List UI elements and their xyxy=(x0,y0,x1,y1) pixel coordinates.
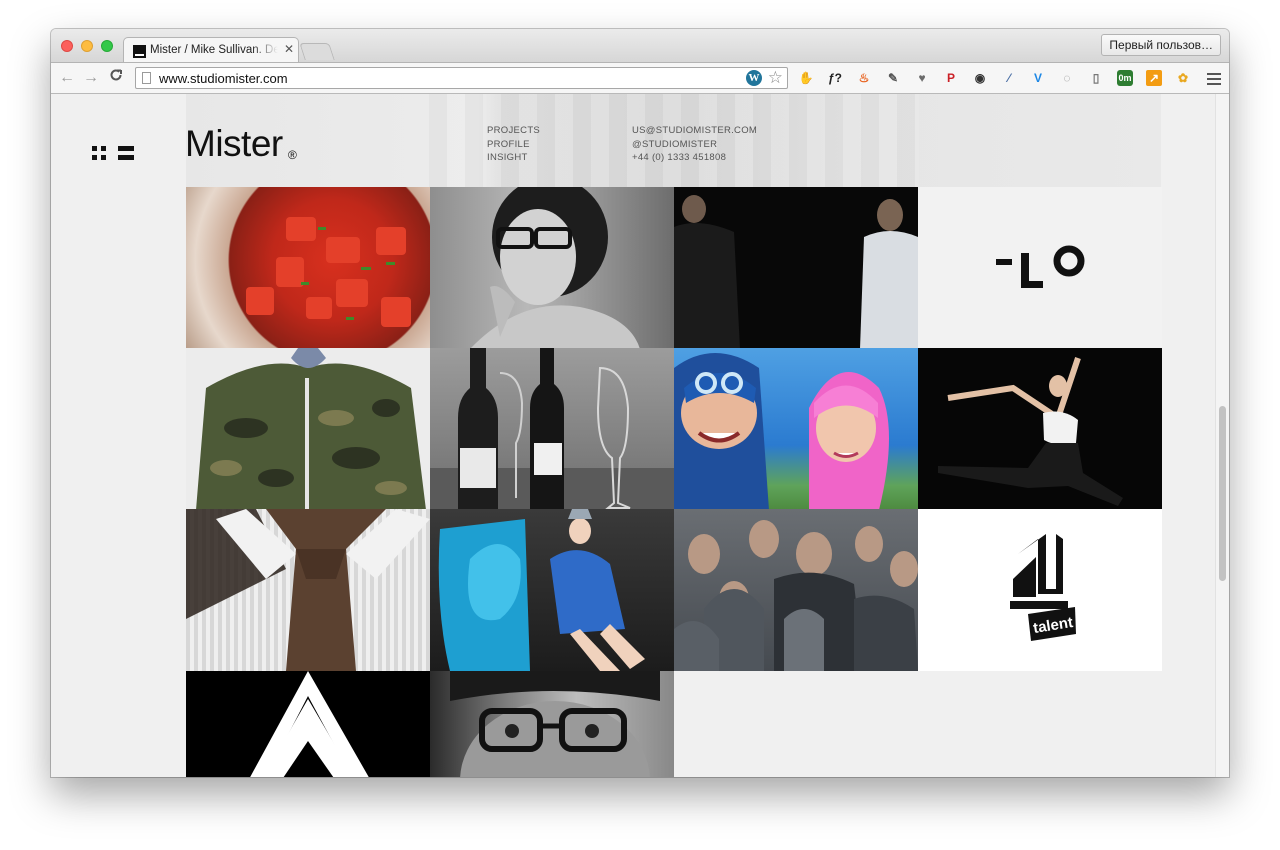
page-icon xyxy=(142,72,151,84)
tab-close-icon[interactable]: ✕ xyxy=(284,42,294,56)
close-window-button[interactable] xyxy=(61,40,73,52)
new-tab-button[interactable] xyxy=(299,43,335,60)
project-tile-glasses-woman[interactable] xyxy=(430,187,674,349)
project-tile-blue-fashion[interactable] xyxy=(430,509,674,671)
v-icon[interactable]: V xyxy=(1030,70,1046,86)
zoom-window-button[interactable] xyxy=(101,40,113,52)
browser-tab[interactable]: Mister / Mike Sullivan. Design ✕ xyxy=(123,37,299,63)
flower-icon[interactable]: ✿ xyxy=(1175,70,1191,86)
contact-info: US@STUDIOMISTER.COM @STUDIOMISTER +44 (0… xyxy=(632,124,757,165)
profile-button[interactable]: Первый пользов… xyxy=(1101,34,1221,56)
nav-profile-link[interactable]: PROFILE xyxy=(487,138,540,152)
project-tile-lo-logo[interactable] xyxy=(918,187,1162,349)
reload-icon[interactable] xyxy=(109,68,123,88)
back-arrow-icon[interactable]: ← xyxy=(59,68,75,88)
nav-insight-link[interactable]: INSIGHT xyxy=(487,151,540,165)
minimize-window-button[interactable] xyxy=(81,40,93,52)
reader-icon[interactable]: ▯ xyxy=(1088,70,1104,86)
tab-title: Mister / Mike Sullivan. Design xyxy=(150,44,278,56)
browser-window: Mister / Mike Sullivan. Design ✕ Первый … xyxy=(51,29,1229,777)
title-bar: Mister / Mike Sullivan. Design ✕ Первый … xyxy=(51,29,1229,63)
adblock-icon[interactable]: ✋ xyxy=(798,70,814,86)
page-viewport: Mister ® PROJECTS PROFILE INSIGHT US@STU… xyxy=(51,94,1229,777)
email-link[interactable]: US@STUDIOMISTER.COM xyxy=(632,124,757,138)
ext-om-icon[interactable]: 0m xyxy=(1117,70,1133,86)
hamburger-menu-icon[interactable] xyxy=(1207,73,1221,88)
project-tile-salsa[interactable] xyxy=(186,187,430,349)
eyedropper-icon[interactable]: ⁄ xyxy=(1001,70,1017,86)
project-tile-camo-jacket[interactable] xyxy=(186,348,430,510)
project-tile-wine[interactable] xyxy=(430,348,674,510)
nav-projects-link[interactable]: PROJECTS xyxy=(487,124,540,138)
project-tile-band[interactable] xyxy=(674,187,918,349)
scrollbar-thumb[interactable] xyxy=(1219,406,1226,581)
pocket-icon[interactable]: ♥ xyxy=(914,70,930,86)
project-tile-dancer[interactable] xyxy=(918,348,1162,510)
registered-mark: ® xyxy=(288,148,297,162)
phone-number: +44 (0) 1333 451808 xyxy=(632,152,727,163)
site-favicon-icon xyxy=(133,45,146,58)
camera-icon[interactable]: ◉ xyxy=(972,70,988,86)
project-tile-tie[interactable] xyxy=(186,509,430,671)
forward-arrow-icon[interactable]: → xyxy=(83,68,99,88)
browser-toolbar: ← → www.studiomister.com W ☆ ✋ ƒ? ♨ ✎ ♥ P ◉ ⁄ V ◌… xyxy=(51,62,1229,94)
bookmark-star-icon[interactable]: ☆ xyxy=(768,68,783,88)
chart-icon[interactable]: ↗ xyxy=(1146,70,1162,86)
site-nav: PROJECTS PROFILE INSIGHT xyxy=(487,124,540,165)
project-tile-talent-logo[interactable]: talent xyxy=(918,509,1162,671)
site-logo[interactable]: Mister xyxy=(185,124,283,164)
project-grid: talent xyxy=(186,187,1162,777)
fire-icon[interactable]: ♨ xyxy=(856,70,872,86)
spinner-icon[interactable]: ◌ xyxy=(1059,70,1075,86)
project-tile-crowd[interactable] xyxy=(674,509,918,671)
project-tile-portrait[interactable] xyxy=(430,671,674,777)
pinterest-icon[interactable]: P xyxy=(943,70,959,86)
page-scrollbar[interactable] xyxy=(1215,94,1229,777)
project-tile-lazytown[interactable] xyxy=(674,348,918,510)
site-menu-icon[interactable] xyxy=(92,144,136,162)
address-bar[interactable]: www.studiomister.com W ☆ xyxy=(135,67,788,89)
function-icon[interactable]: ƒ? xyxy=(827,70,843,86)
project-tile-arrow-logo[interactable] xyxy=(186,671,430,777)
wordpress-icon[interactable]: W xyxy=(746,70,762,86)
evernote-icon[interactable]: ✎ xyxy=(885,70,901,86)
url-text[interactable]: www.studiomister.com xyxy=(159,71,288,86)
twitter-link[interactable]: @STUDIOMISTER xyxy=(632,138,757,152)
